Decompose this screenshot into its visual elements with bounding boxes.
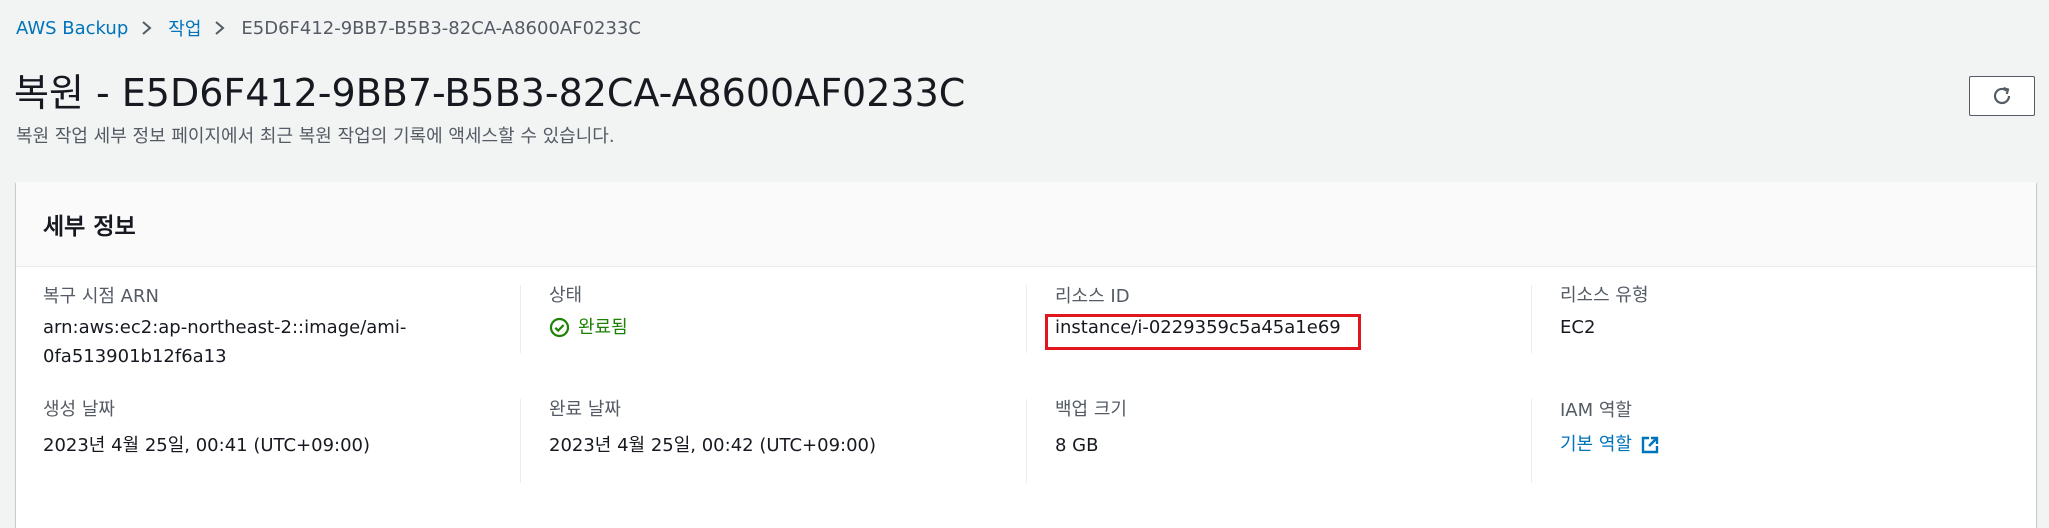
completion-date-value: 2023년 4월 25일, 00:42 (UTC+09:00)	[549, 435, 877, 456]
recovery-point-arn-value: arn:aws:ec2:ap-northeast-2::image/ami- 0…	[43, 313, 503, 371]
page-title: 복원 - E5D6F412-9BB7-B5B3-82CA-A8600AF0233…	[14, 71, 966, 115]
field-label: IAM 역할	[1560, 400, 1632, 421]
refresh-button[interactable]	[1969, 76, 2035, 116]
field-iam-role: IAM 역할 기본 역할	[1560, 398, 2020, 459]
field-label: 리소스 유형	[1560, 285, 1649, 306]
field-label: 완료 날짜	[549, 399, 621, 420]
refresh-icon	[1993, 86, 2011, 105]
field-label: 백업 크기	[1055, 399, 1127, 420]
creation-date-value: 2023년 4월 25일, 00:41 (UTC+09:00)	[43, 435, 371, 456]
external-link-icon	[1641, 436, 1659, 453]
check-circle-icon	[549, 317, 570, 338]
resource-id-highlight	[1045, 314, 1361, 350]
iam-role-link-text: 기본 역할	[1560, 434, 1632, 455]
recovery-point-arn-line1: arn:aws:ec2:ap-northeast-2::image/ami-	[43, 317, 407, 338]
page-description: 복원 작업 세부 정보 페이지에서 최근 복원 작업의 기록에 액세스할 수 있…	[16, 126, 615, 147]
breadcrumb-aws-backup[interactable]: AWS Backup	[16, 18, 128, 39]
details-panel-title: 세부 정보	[43, 214, 136, 240]
column-divider	[1026, 399, 1027, 483]
field-recovery-point-arn: 복구 시점 ARN arn:aws:ec2:ap-northeast-2::im…	[43, 284, 503, 371]
breadcrumb-current: E5D6F412-9BB7-B5B3-82CA-A8600AF0233C	[241, 17, 641, 39]
breadcrumb-jobs[interactable]: 작업	[168, 15, 201, 41]
field-label: 리소스 ID	[1055, 286, 1130, 307]
field-status: 상태 완료됨	[549, 283, 1009, 342]
iam-role-link[interactable]: 기본 역할	[1560, 430, 1660, 459]
column-divider	[1531, 399, 1532, 483]
iam-role-value: 기본 역할	[1560, 430, 2020, 459]
backup-size-value: 8 GB	[1055, 435, 1099, 456]
field-label: 상태	[549, 285, 583, 306]
recovery-point-arn-line2: 0fa513901b12f6a13	[43, 346, 227, 367]
column-divider	[520, 285, 521, 353]
field-label: 복구 시점 ARN	[43, 286, 159, 307]
field-backup-size: 백업 크기 8 GB	[1055, 397, 1515, 460]
field-resource-type: 리소스 유형 EC2	[1560, 283, 2020, 342]
status-value: 완료됨	[549, 313, 1009, 342]
column-divider	[520, 399, 521, 483]
resource-type-value: EC2	[1560, 317, 1596, 338]
field-creation-date: 생성 날짜 2023년 4월 25일, 00:41 (UTC+09:00)	[43, 397, 503, 460]
details-panel: 세부 정보 복구 시점 ARN arn:aws:ec2:ap-northeast…	[16, 182, 2036, 528]
chevron-right-icon	[215, 21, 225, 35]
column-divider	[1026, 285, 1027, 353]
breadcrumb: AWS Backup 작업 E5D6F412-9BB7-B5B3-82CA-A8…	[16, 14, 641, 42]
column-divider	[1531, 285, 1532, 353]
field-label: 생성 날짜	[43, 399, 115, 420]
status-text: 완료됨	[578, 317, 628, 338]
details-panel-header: 세부 정보	[16, 182, 2036, 267]
field-completion-date: 완료 날짜 2023년 4월 25일, 00:42 (UTC+09:00)	[549, 397, 1009, 460]
chevron-right-icon	[142, 21, 152, 35]
